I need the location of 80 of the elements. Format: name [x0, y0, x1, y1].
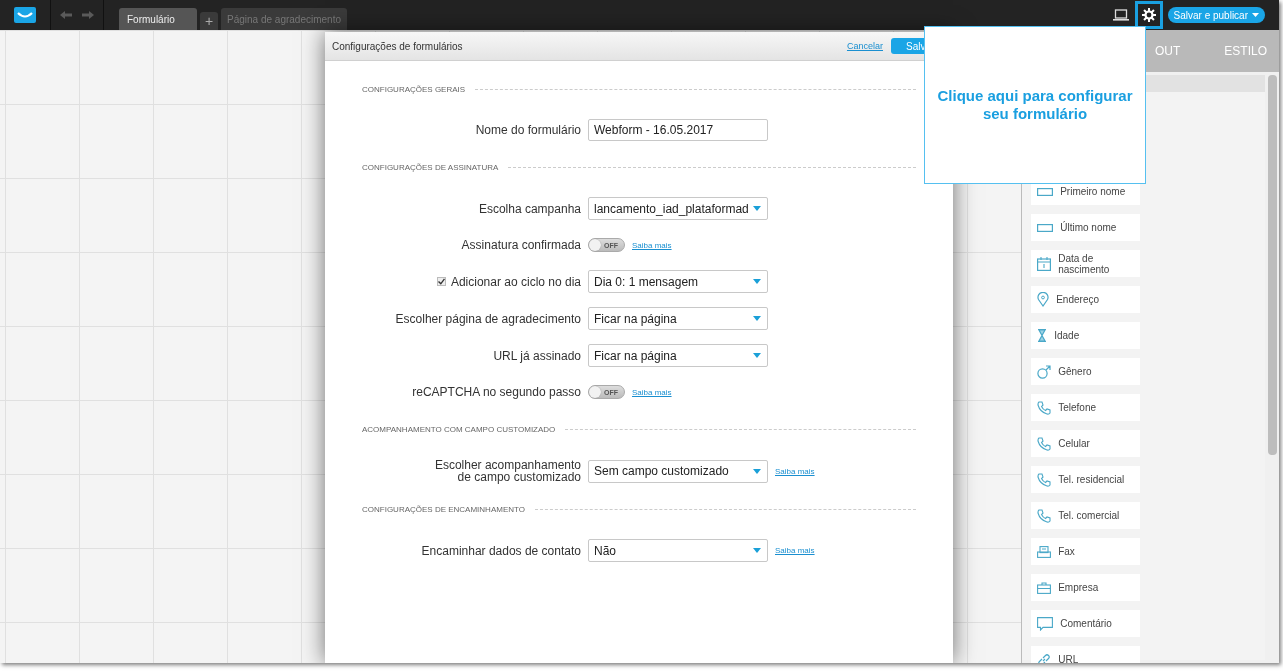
- comment-icon: [1037, 616, 1054, 631]
- field-item[interactable]: Fax: [1031, 538, 1141, 565]
- input-field-icon: [1037, 223, 1054, 232]
- input-field-icon: [1037, 187, 1054, 196]
- field-label: Celular: [1058, 438, 1090, 449]
- phone-icon: [1037, 508, 1052, 523]
- hourglass-icon: [1037, 329, 1048, 342]
- caret-icon: [753, 468, 761, 474]
- dialog-title: Configurações de formulários: [332, 40, 463, 52]
- field-label: Escolha campanha: [478, 202, 581, 215]
- dropdown[interactable]: Não: [588, 539, 768, 562]
- section-heading: CONFIGURAÇÕES GERAIS: [362, 84, 466, 94]
- male-symbol-icon: [1037, 364, 1052, 379]
- field-label: Encaminhar dados de contato: [421, 544, 581, 557]
- location-pin-icon: [1037, 292, 1050, 307]
- learn-more-link[interactable]: Saiba mais: [775, 546, 815, 555]
- field-label: Comentário: [1060, 618, 1112, 629]
- tab[interactable]: Formulário: [119, 8, 197, 30]
- field-item[interactable]: URL: [1031, 646, 1141, 663]
- field-label: Último nome: [1060, 222, 1117, 233]
- dropdown[interactable]: Sem campo customizado: [588, 459, 768, 483]
- section-heading: CONFIGURAÇÕES DE ASSINATURA: [362, 162, 499, 172]
- field-item[interactable]: Tel. residencial: [1031, 466, 1141, 493]
- learn-more-link[interactable]: Saiba mais: [775, 466, 815, 476]
- field-label: Tel. comercial: [1058, 510, 1120, 521]
- field-item[interactable]: Tel. comercial: [1031, 502, 1141, 529]
- dropdown[interactable]: Ficar na página: [588, 344, 768, 367]
- field-label: Empresa: [1058, 582, 1099, 593]
- field-label: Telefone: [1058, 402, 1096, 413]
- phone-icon: [1037, 436, 1052, 451]
- callout-text: Clique aqui para configurar seu formulário: [936, 87, 1134, 123]
- phone-icon: [1037, 400, 1052, 415]
- field-label: Endereço: [1056, 294, 1099, 305]
- learn-more-link[interactable]: Saiba mais: [632, 240, 672, 250]
- field-label: reCAPTCHA no segundo passo: [412, 386, 581, 398]
- laptop-icon[interactable]: [1112, 9, 1129, 21]
- field-label: Tel. residencial: [1058, 474, 1125, 485]
- field-item[interactable]: Data de nascimento: [1031, 250, 1141, 277]
- caret-icon: [753, 548, 761, 553]
- dropdown[interactable]: Ficar na página: [588, 307, 768, 330]
- field-label: Escolher página de agradecimento: [395, 312, 581, 325]
- link-icon: [1037, 652, 1052, 663]
- checkbox[interactable]: [436, 277, 446, 286]
- briefcase-icon: [1037, 581, 1052, 594]
- phone-icon: [1037, 472, 1052, 487]
- settings-icon[interactable]: [1141, 8, 1156, 22]
- fax-icon: [1037, 545, 1052, 558]
- field-item[interactable]: Último nome: [1031, 214, 1141, 241]
- caret-icon: [1252, 13, 1259, 17]
- field-item[interactable]: Empresa: [1031, 574, 1141, 601]
- field-item[interactable]: Endereço: [1031, 286, 1141, 313]
- logo-icon[interactable]: [14, 7, 36, 23]
- learn-more-link[interactable]: Saiba mais: [632, 387, 672, 397]
- field-item[interactable]: Idade: [1031, 322, 1141, 349]
- field-label: Nome do formulário: [475, 124, 581, 136]
- dropdown[interactable]: Dia 0: 1 mensagem: [588, 270, 768, 293]
- caret-icon: [753, 206, 761, 211]
- field-label: Fax: [1058, 546, 1075, 557]
- caret-icon: [753, 279, 761, 284]
- field-label: Gênero: [1058, 366, 1092, 377]
- add-tab-button[interactable]: +: [200, 12, 218, 30]
- caret-icon: [753, 353, 761, 358]
- form-name-field[interactable]: Webform - 16.05.2017: [588, 119, 768, 141]
- field-item[interactable]: Telefone: [1031, 394, 1141, 421]
- field-label: Escolher acompanhamento de campo customizado: [433, 459, 581, 483]
- dropdown[interactable]: lancamento_iad_plataformad: [588, 197, 768, 220]
- field-item[interactable]: Comentário: [1031, 610, 1141, 637]
- field-label: Adicionar ao ciclo no dia: [450, 275, 581, 288]
- field-label: Idade: [1054, 330, 1080, 341]
- field-label: URL: [1058, 654, 1079, 663]
- field-label: Data de nascimento: [1058, 252, 1111, 275]
- section-heading: CONFIGURAÇÕES DE ENCAMINHAMENTO: [362, 504, 525, 514]
- field-label: Primeiro nome: [1060, 186, 1126, 197]
- field-label: Assinatura confirmada: [461, 239, 581, 251]
- caret-icon: [753, 316, 761, 321]
- field-item[interactable]: Celular: [1031, 430, 1141, 457]
- field-item[interactable]: Gênero: [1031, 358, 1141, 385]
- field-label: URL já assinado: [493, 349, 581, 362]
- calendar-icon: [1037, 256, 1052, 271]
- section-heading: ACOMPANHAMENTO COM CAMPO CUSTOMIZADO: [362, 424, 556, 434]
